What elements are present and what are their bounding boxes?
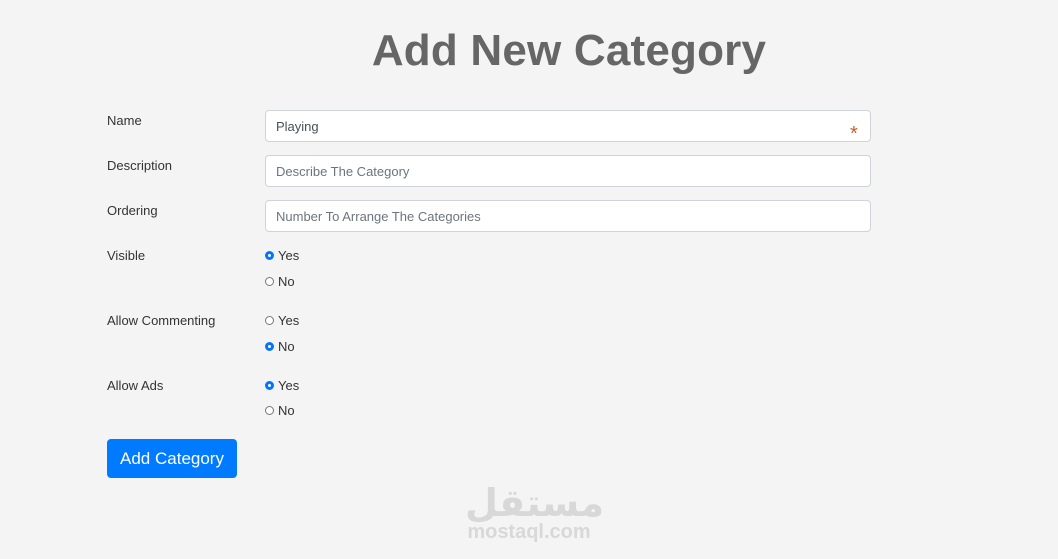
name-label: Name xyxy=(107,113,142,128)
visible-yes-radio[interactable] xyxy=(265,250,274,260)
page-title: Add New Category xyxy=(371,26,767,75)
ads-no-label: No xyxy=(278,402,295,418)
visible-no-radio[interactable] xyxy=(265,276,274,286)
ads-yes-option[interactable]: Yes xyxy=(265,377,299,393)
add-category-button[interactable]: Add Category xyxy=(107,439,237,478)
allow-ads-label: Allow Ads xyxy=(107,378,164,393)
visible-no-option[interactable]: No xyxy=(265,273,295,289)
commenting-yes-option[interactable]: Yes xyxy=(265,312,299,328)
watermark-latin: mostaql.com xyxy=(467,521,591,543)
ads-yes-radio[interactable] xyxy=(265,380,274,390)
name-input[interactable] xyxy=(265,110,871,142)
ads-no-radio[interactable] xyxy=(265,405,274,415)
ads-yes-label: Yes xyxy=(278,377,300,393)
ordering-label: Ordering xyxy=(107,203,158,218)
description-input[interactable] xyxy=(265,155,871,187)
description-label: Description xyxy=(107,158,173,173)
commenting-no-radio[interactable] xyxy=(265,341,274,351)
allow-commenting-label: Allow Commenting xyxy=(107,313,216,328)
visible-yes-label: Yes xyxy=(278,247,300,263)
commenting-yes-radio[interactable] xyxy=(265,315,274,325)
watermark-arabic: مستقل xyxy=(465,481,604,525)
ads-no-option[interactable]: No xyxy=(265,402,295,418)
commenting-no-option[interactable]: No xyxy=(265,338,295,354)
commenting-yes-label: Yes xyxy=(278,312,300,328)
required-asterisk: * xyxy=(850,123,858,145)
visible-label: Visible xyxy=(107,248,146,263)
visible-no-label: No xyxy=(278,273,295,289)
visible-yes-option[interactable]: Yes xyxy=(265,247,299,263)
watermark-logo: مستقل mostaql.com xyxy=(465,481,604,543)
ordering-input[interactable] xyxy=(265,200,871,232)
commenting-no-label: No xyxy=(278,338,295,354)
